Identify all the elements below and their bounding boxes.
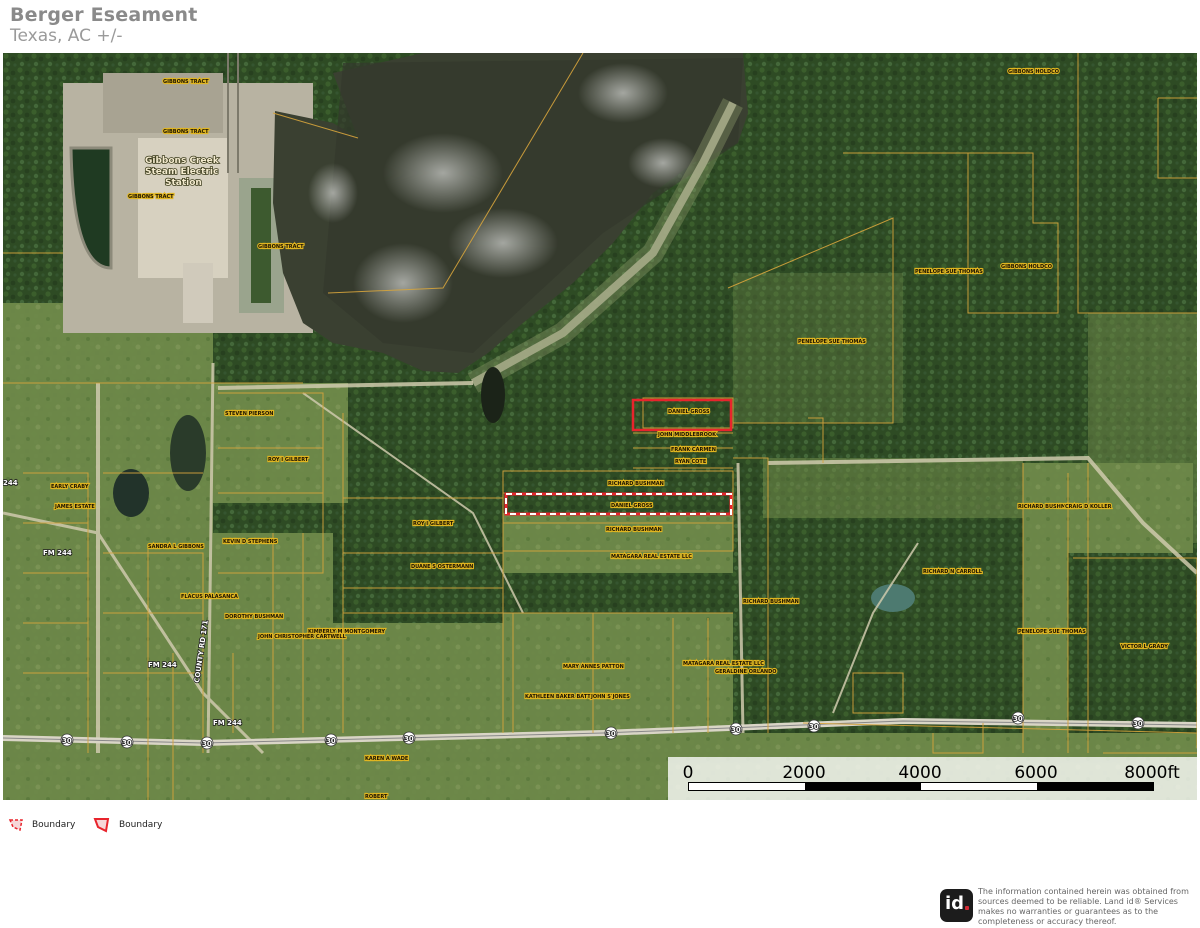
parcel-label: GIBBONS HOLDCO [1008, 69, 1059, 75]
parcel-label: SANDRA L GIBBONS [148, 544, 204, 550]
svg-text:30: 30 [1133, 720, 1143, 728]
station-label-line3: Station [165, 178, 202, 188]
svg-text:30: 30 [731, 726, 741, 734]
parcel-label: GIBBONS TRACT [258, 244, 304, 250]
parcel-label: PENELOPE SUE THOMAS [915, 269, 983, 275]
parcel-label: ROY I GILBERT [413, 521, 454, 527]
scale-label-8000ft: 8000ft [1124, 763, 1180, 783]
boundary-solid-icon [93, 818, 110, 833]
scale-label-4000: 4000 [898, 763, 942, 783]
parcel-label: PENELOPE SUE THOMAS [1018, 629, 1086, 635]
parcel-label: FRANK CARMEN [671, 447, 716, 453]
svg-text:30: 30 [62, 737, 72, 745]
route-30-shield: 30 [807, 719, 821, 733]
parcel-label: MARY ANNES PATTON [563, 664, 624, 670]
parcel-label: RICHARD BUSHMAN [606, 527, 662, 533]
route-30-shield: 30 [729, 722, 743, 736]
parcel-label: JOHN MIDDLEBROOK [657, 432, 717, 438]
parcel-label: RICHARD N CARROLL [923, 569, 983, 575]
parcel-label: EARLY CRABY [51, 484, 89, 490]
parcel-label: DANIEL GROSS [611, 503, 653, 509]
land-id-logo: id [940, 889, 973, 922]
route-30-shield: 30 [1131, 716, 1145, 730]
scale-label-2000: 2000 [782, 763, 826, 783]
station-label-line1: Gibbons Creek [145, 156, 220, 166]
parcel-label: RYAN COTE [675, 459, 707, 465]
map-title: Berger Eseament [10, 4, 198, 26]
parcel-label: DOROTHY BUSHMAN [225, 614, 283, 620]
pond [481, 367, 505, 423]
svg-text:30: 30 [122, 739, 132, 747]
parcel-label: RICHARD BUSHMAN [743, 599, 799, 605]
parcel-label: KAREN A WADE [365, 756, 409, 762]
parcel-label: VICTOR L GRADY [1121, 644, 1168, 650]
legend-label: Boundary [32, 820, 76, 830]
station-label-line2: Steam Electric [145, 167, 218, 177]
aerial-map[interactable]: Gibbons Creek Steam Electric Station GIB… [3, 53, 1197, 800]
svg-text:30: 30 [606, 730, 616, 738]
logo-dot-icon [965, 906, 969, 910]
svg-text:30: 30 [326, 737, 336, 745]
road-label-244: 244 [3, 479, 18, 487]
parcel-label: DANIEL GROSS [668, 409, 710, 415]
parcel-label: RICHARD BUSHMAN [608, 481, 664, 487]
parcel-label: MATAGARA REAL ESTATE LLC [683, 661, 764, 667]
parcel-label: ROY I GILBERT [268, 457, 309, 463]
parcel-label: JAMES ESTATE [54, 504, 95, 510]
route-30-shield: 30 [604, 726, 618, 740]
road-label-fm244: FM 244 [148, 661, 177, 669]
svg-text:30: 30 [809, 723, 819, 731]
road-label-fm244: FM 244 [213, 719, 242, 727]
parcel-label: GERALDINE ORLANDO [715, 669, 777, 675]
pond [170, 415, 206, 491]
scale-label-0: 0 [682, 763, 694, 783]
parcel-label: GIBBONS TRACT [163, 129, 209, 135]
parcel-label: STEVEN PIERSON [225, 411, 273, 417]
route-30-shield: 30 [324, 733, 338, 747]
disclaimer-text: The information contained herein was obt… [978, 887, 1189, 926]
parcel-label: CRAIG D KOLLER [1065, 504, 1112, 510]
route-30-shield: 30 [60, 733, 74, 747]
parcel-label: JOHN S JONES [590, 694, 630, 700]
parcel-label: GIBBONS TRACT [163, 79, 209, 85]
parcel-label: DUANE S OSTERMANN [411, 564, 473, 570]
legend-item-dashed: Boundary [8, 814, 75, 836]
route-30-shield: 30 [402, 731, 416, 745]
parcel-label: GIBBONS TRACT [128, 194, 174, 200]
logo-text: id [945, 893, 965, 914]
parcel-label: JOHN CHRISTOPHER CARTWELL [257, 634, 347, 640]
parcel-label: ROBERT [365, 794, 388, 800]
parcel-label: FLACUS PALASANCA [181, 594, 238, 600]
route-30-shield: 30 [1011, 711, 1025, 725]
road-label-fm244: FM 244 [43, 549, 72, 557]
map-subtitle: Texas, AC +/- [10, 26, 123, 46]
svg-text:30: 30 [404, 735, 414, 743]
legend-label: Boundary [119, 820, 163, 830]
boundary-dashed-icon [8, 819, 23, 832]
pond [871, 584, 915, 612]
parcel-label: PENELOPE SUE THOMAS [798, 339, 866, 345]
svg-text:30: 30 [1013, 715, 1023, 723]
parcel-label: GIBBONS HOLDCO [1001, 264, 1052, 270]
route-30-shield: 30 [120, 735, 134, 749]
legend-item-solid: Boundary [93, 814, 162, 836]
pond [113, 469, 149, 517]
scale-label-6000: 6000 [1014, 763, 1058, 783]
route-30-shield: 30 [200, 736, 214, 750]
scale-segments [688, 782, 1154, 791]
parcel-label: MATAGARA REAL ESTATE LLC [611, 554, 692, 560]
scale-bar: 0 2000 4000 6000 8000ft [668, 757, 1197, 800]
svg-text:30: 30 [202, 740, 212, 748]
map-canvas: Gibbons Creek Steam Electric Station GIB… [3, 53, 1197, 800]
parcel-label: KEVIN D STEPHENS [223, 539, 278, 545]
